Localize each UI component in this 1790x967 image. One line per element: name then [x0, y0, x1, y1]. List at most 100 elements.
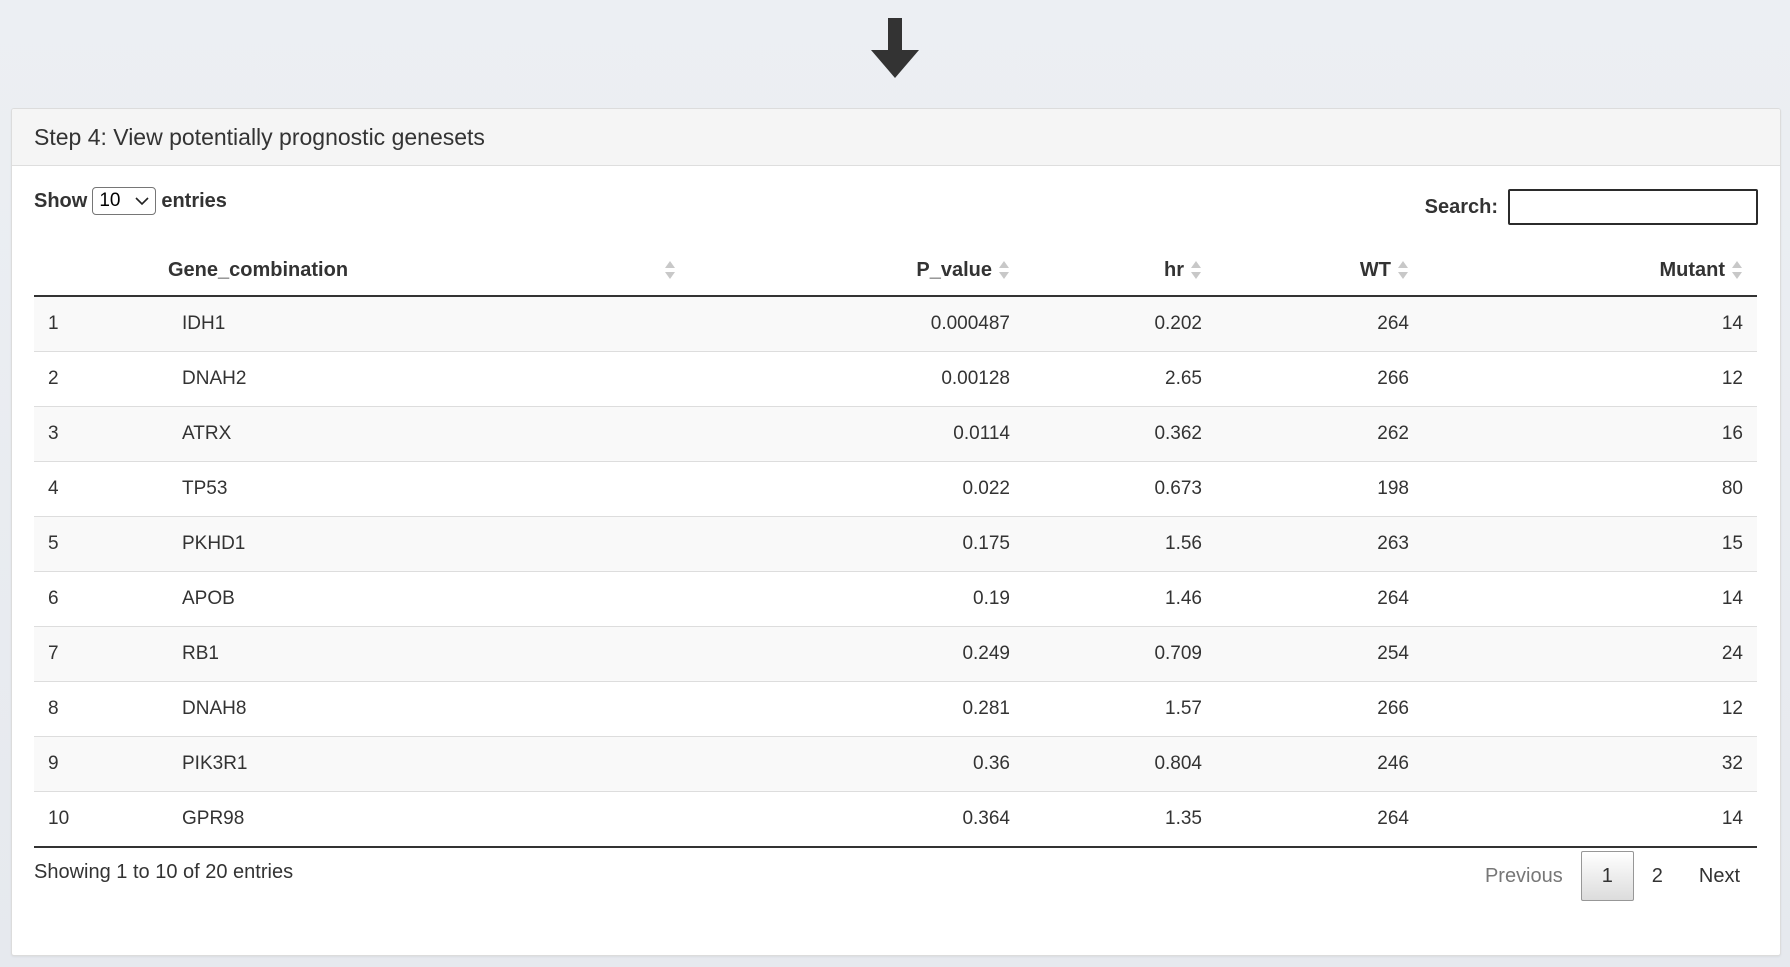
cell-wt: 264: [1216, 571, 1423, 627]
table-row: 9 PIK3R1 0.36 0.804 246 32: [34, 736, 1757, 792]
genesets-table: Gene_combination P_value hr WT Mutant 1 …: [34, 245, 1757, 848]
col-header-gene-combination[interactable]: Gene_combination: [168, 245, 702, 297]
cell-index: 9: [34, 736, 168, 792]
cell-gene: PIK3R1: [168, 736, 702, 792]
table-row: 3 ATRX 0.0114 0.362 262 16: [34, 406, 1757, 462]
sort-both-icon: [664, 259, 676, 281]
cell-gene: APOB: [168, 571, 702, 627]
col-header-hr[interactable]: hr: [1024, 245, 1216, 297]
cell-hr: 0.673: [1024, 461, 1216, 517]
table-row: 5 PKHD1 0.175 1.56 263 15: [34, 516, 1757, 572]
previous-button[interactable]: Previous: [1467, 851, 1581, 901]
cell-mutant: 16: [1423, 406, 1757, 462]
cell-gene: GPR98: [168, 791, 702, 848]
table-row: 1 IDH1 0.000487 0.202 264 14: [34, 295, 1757, 352]
cell-index: 7: [34, 626, 168, 682]
cell-p-value: 0.36: [702, 736, 1024, 792]
chevron-down-icon: [135, 197, 149, 206]
cell-hr: 1.35: [1024, 791, 1216, 848]
col-label: hr: [1164, 258, 1184, 281]
entries-select-value: 10: [99, 190, 121, 211]
cell-index: 1: [34, 295, 168, 352]
cell-hr: 0.804: [1024, 736, 1216, 792]
cell-wt: 246: [1216, 736, 1423, 792]
pagination: Previous 1 2 Next: [1467, 851, 1758, 901]
cell-index: 3: [34, 406, 168, 462]
panel-title: Step 4: View potentially prognostic gene…: [12, 109, 1780, 166]
col-label: P_value: [916, 258, 992, 281]
length-menu: Show 10 entries: [34, 187, 227, 215]
page-button-2[interactable]: 2: [1634, 851, 1681, 901]
cell-p-value: 0.00128: [702, 351, 1024, 407]
col-header-index[interactable]: [34, 245, 168, 297]
table-controls: Show 10 entries Search:: [34, 187, 1758, 231]
cell-p-value: 0.022: [702, 461, 1024, 517]
table-row: 2 DNAH2 0.00128 2.65 266 12: [34, 351, 1757, 407]
col-header-p-value[interactable]: P_value: [702, 245, 1024, 297]
cell-p-value: 0.249: [702, 626, 1024, 682]
cell-mutant: 14: [1423, 791, 1757, 848]
cell-wt: 264: [1216, 791, 1423, 848]
search-label: Search:: [1424, 195, 1498, 218]
arrow-down-icon: [871, 18, 919, 78]
cell-mutant: 32: [1423, 736, 1757, 792]
cell-hr: 0.709: [1024, 626, 1216, 682]
page-button-1[interactable]: 1: [1580, 851, 1634, 901]
cell-index: 10: [34, 791, 168, 848]
table-row: 10 GPR98 0.364 1.35 264 14: [34, 791, 1757, 848]
cell-hr: 0.362: [1024, 406, 1216, 462]
cell-p-value: 0.0114: [702, 406, 1024, 462]
cell-p-value: 0.364: [702, 791, 1024, 848]
cell-index: 5: [34, 516, 168, 572]
table-row: 8 DNAH8 0.281 1.57 266 12: [34, 681, 1757, 737]
sort-both-icon: [998, 259, 1010, 281]
step-arrow: [0, 0, 1790, 108]
col-label: Gene_combination: [168, 258, 349, 281]
cell-wt: 263: [1216, 516, 1423, 572]
cell-wt: 254: [1216, 626, 1423, 682]
cell-index: 6: [34, 571, 168, 627]
col-label: WT: [1359, 258, 1391, 281]
cell-hr: 1.57: [1024, 681, 1216, 737]
table-header-row: Gene_combination P_value hr WT Mutant: [34, 245, 1757, 297]
cell-index: 8: [34, 681, 168, 737]
cell-mutant: 14: [1423, 295, 1757, 352]
cell-wt: 266: [1216, 681, 1423, 737]
cell-mutant: 24: [1423, 626, 1757, 682]
table-body: 1 IDH1 0.000487 0.202 264 14 2 DNAH2 0.0…: [34, 295, 1757, 848]
next-button[interactable]: Next: [1681, 851, 1758, 901]
search-area: Search:: [1425, 189, 1758, 225]
step4-panel: Step 4: View potentially prognostic gene…: [11, 108, 1781, 956]
table-info: Showing 1 to 10 of 20 entries: [34, 861, 294, 883]
col-label: Mutant: [1659, 258, 1725, 281]
cell-wt: 262: [1216, 406, 1423, 462]
col-header-wt[interactable]: WT: [1216, 245, 1423, 297]
cell-wt: 198: [1216, 461, 1423, 517]
cell-gene: PKHD1: [168, 516, 702, 572]
cell-p-value: 0.000487: [702, 295, 1024, 352]
cell-mutant: 12: [1423, 681, 1757, 737]
table-row: 7 RB1 0.249 0.709 254 24: [34, 626, 1757, 682]
sort-both-icon: [1731, 259, 1743, 281]
cell-hr: 2.65: [1024, 351, 1216, 407]
search-input[interactable]: [1508, 189, 1758, 225]
cell-mutant: 12: [1423, 351, 1757, 407]
cell-gene: TP53: [168, 461, 702, 517]
cell-mutant: 80: [1423, 461, 1757, 517]
cell-gene: IDH1: [168, 295, 702, 352]
cell-hr: 0.202: [1024, 295, 1216, 352]
cell-index: 4: [34, 461, 168, 517]
cell-gene: ATRX: [168, 406, 702, 462]
cell-p-value: 0.19: [702, 571, 1024, 627]
cell-p-value: 0.281: [702, 681, 1024, 737]
cell-hr: 1.56: [1024, 516, 1216, 572]
table-row: 6 APOB 0.19 1.46 264 14: [34, 571, 1757, 627]
entries-select[interactable]: 10: [92, 187, 157, 215]
col-header-mutant[interactable]: Mutant: [1423, 245, 1757, 297]
cell-gene: RB1: [168, 626, 702, 682]
show-label: Show: [34, 189, 88, 212]
cell-gene: DNAH8: [168, 681, 702, 737]
cell-mutant: 14: [1423, 571, 1757, 627]
cell-index: 2: [34, 351, 168, 407]
table-row: 4 TP53 0.022 0.673 198 80: [34, 461, 1757, 517]
